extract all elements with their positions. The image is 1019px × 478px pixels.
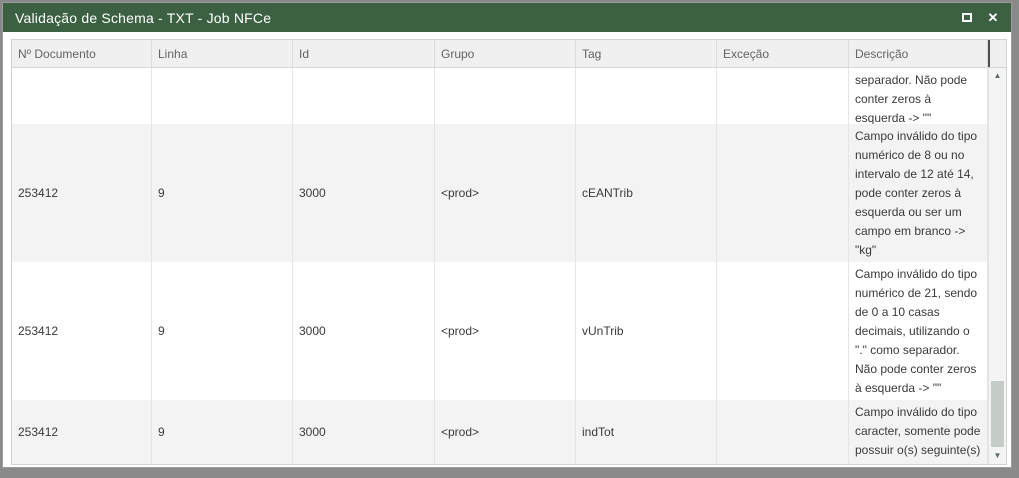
grid-body: separador. Não pode conter zeros à esque… [12,68,1006,464]
column-header-id[interactable]: Id [293,40,435,67]
column-header-tag[interactable]: Tag [576,40,717,67]
table-row[interactable]: 253412 9 3000 <prod> indTot Campo inváli… [12,400,1006,464]
maximize-button[interactable] [959,10,975,26]
cell-grupo: <prod> [435,124,576,262]
cell-linha: 9 [152,124,293,262]
maximize-icon [962,13,972,22]
cell-grupo [435,68,576,124]
column-header-descricao[interactable]: Descrição [849,40,988,67]
cell-tag: cEANTrib [576,124,717,262]
cell-documento [12,68,152,124]
schema-validation-grid: Nº Documento Linha Id Grupo Tag Exceção … [11,39,1007,465]
table-row[interactable]: separador. Não pode conter zeros à esque… [12,68,1006,124]
column-header-documento[interactable]: Nº Documento [12,40,152,67]
cell-linha: 9 [152,262,293,400]
cell-descricao: Campo inválido do tipo caracter, somente… [849,400,988,464]
close-button[interactable]: ✕ [985,10,1001,26]
cell-excecao [717,262,849,400]
cell-descricao: separador. Não pode conter zeros à esque… [849,68,988,124]
grid-header-row: Nº Documento Linha Id Grupo Tag Exceção … [12,40,1006,68]
validation-window: Validação de Schema - TXT - Job NFCe ✕ N… [2,2,1012,468]
cell-tag: vUnTrib [576,262,717,400]
window-title: Validação de Schema - TXT - Job NFCe [15,10,959,26]
scroll-down-button[interactable]: ▼ [989,448,1006,464]
table-row[interactable]: 253412 9 3000 <prod> vUnTrib Campo invál… [12,262,1006,400]
cell-id [293,68,435,124]
table-row[interactable]: 253412 9 3000 <prod> cEANTrib Campo invá… [12,124,1006,262]
screen: { "window": { "title": "Validação de Sch… [0,0,1019,478]
scroll-up-icon: ▲ [994,72,1002,80]
cell-tag [576,68,717,124]
title-bar[interactable]: Validação de Schema - TXT - Job NFCe ✕ [3,3,1011,32]
column-header-grupo[interactable]: Grupo [435,40,576,67]
cell-id: 3000 [293,124,435,262]
cell-tag: indTot [576,400,717,464]
window-controls: ✕ [959,10,1001,26]
scroll-up-button[interactable]: ▲ [989,68,1006,84]
cell-documento: 253412 [12,124,152,262]
scroll-down-icon: ▼ [994,452,1002,460]
cell-descricao: Campo inválido do tipo numérico de 8 ou … [849,124,988,262]
cell-linha: 9 [152,400,293,464]
cell-grupo: <prod> [435,262,576,400]
cell-id: 3000 [293,262,435,400]
cell-grupo: <prod> [435,400,576,464]
scrollbar-thumb[interactable] [991,381,1004,447]
column-header-excecao[interactable]: Exceção [717,40,849,67]
column-header-linha[interactable]: Linha [152,40,293,67]
close-icon: ✕ [988,11,999,24]
cell-documento: 253412 [12,262,152,400]
vertical-scrollbar[interactable]: ▲ ▼ [988,68,1006,464]
cell-excecao [717,68,849,124]
cell-id: 3000 [293,400,435,464]
cell-linha [152,68,293,124]
cell-excecao [717,400,849,464]
column-header-filler [988,40,1006,67]
cell-documento: 253412 [12,400,152,464]
cell-descricao: Campo inválido do tipo numérico de 21, s… [849,262,988,400]
cell-excecao [717,124,849,262]
